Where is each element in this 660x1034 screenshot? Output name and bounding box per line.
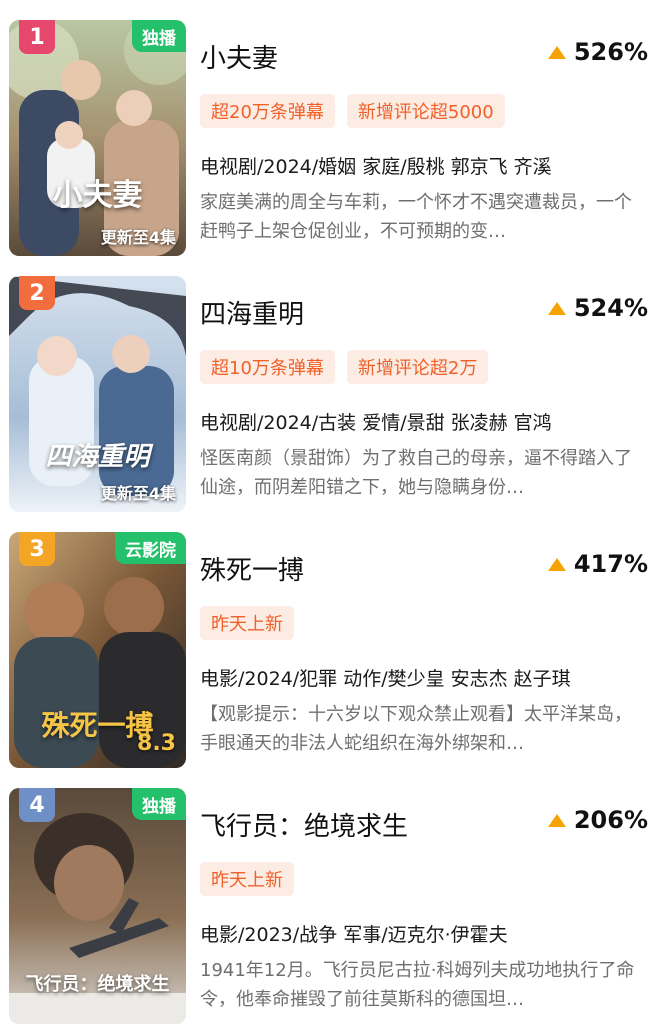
update-status: 更新至4集 (100, 484, 176, 503)
cinema-tag: 云影院 (115, 532, 186, 564)
trend: 417% (547, 550, 648, 578)
comment-badge: 新增评论超5000 (346, 94, 505, 128)
list-item[interactable]: 2 四海重明 更新至4集 四海重明 524% 超10万条弹幕 新增评论超2万 电… (0, 268, 660, 524)
poster-title: 小夫妻 (52, 178, 143, 213)
trend: 206% (547, 806, 648, 834)
trend-up-icon (547, 557, 566, 571)
item-description: 1941年12月。飞行员尼古拉·科姆列夫成功地执行了命令，他奉命摧毁了前往莫斯科… (200, 960, 635, 1010)
poster-image (9, 20, 186, 256)
poster-score: 8.3 (137, 731, 176, 756)
list-item[interactable]: 1 独播 小夫妻 更新至4集 小夫妻 526% 超20万条弹幕 新增评论超500… (0, 12, 660, 268)
item-meta: 电视剧/2024/婚姻 家庭/殷桃 郭京飞 齐溪 (200, 156, 552, 178)
poster[interactable]: 2 四海重明 更新至4集 (9, 276, 186, 512)
poster[interactable]: 1 独播 小夫妻 更新至4集 (9, 20, 186, 256)
item-title[interactable]: 小夫妻 (200, 38, 278, 75)
item-title[interactable]: 四海重明 (200, 294, 304, 331)
item-title[interactable]: 殊死一搏 (200, 550, 304, 587)
danmaku-badge: 超10万条弹幕 (200, 350, 335, 384)
trend: 526% (547, 38, 648, 66)
ranking-list: 1 独播 小夫妻 更新至4集 小夫妻 526% 超20万条弹幕 新增评论超500… (0, 0, 660, 1034)
rank-badge: 2 (19, 276, 55, 310)
item-description: 【观影提示：十六岁以下观众禁止观看】太平洋某岛，手眼通天的非法人蛇组织在海外绑架… (200, 704, 632, 754)
item-description: 怪医南颜（景甜饰）为了救自己的母亲，逼不得踏入了仙途，而阴差阳错之下，她与隐瞒身… (200, 448, 632, 498)
trend-percent: 524% (573, 294, 648, 322)
comment-badge: 新增评论超2万 (346, 350, 489, 384)
danmaku-badge: 超20万条弹幕 (200, 94, 335, 128)
exclusive-tag: 独播 (132, 20, 186, 52)
trend-up-icon (547, 301, 566, 315)
item-meta: 电影/2023/战争 军事/迈克尔·伊霍夫 (200, 924, 508, 946)
rank-badge: 4 (19, 788, 55, 822)
trend-percent: 526% (573, 38, 648, 66)
item-info: 飞行员：绝境求生 206% 昨天上新 电影/2023/战争 军事/迈克尔·伊霍夫… (200, 788, 650, 1024)
poster[interactable]: 4 独播 飞行员：绝境求生 (9, 788, 186, 1024)
item-info: 四海重明 524% 超10万条弹幕 新增评论超2万 电视剧/2024/古装 爱情… (200, 276, 650, 512)
exclusive-tag: 独播 (132, 788, 186, 820)
item-meta: 电影/2024/犯罪 动作/樊少皇 安志杰 赵子琪 (200, 668, 571, 690)
item-info: 殊死一搏 417% 昨天上新 电影/2024/犯罪 动作/樊少皇 安志杰 赵子琪… (200, 532, 650, 768)
poster-image (9, 276, 186, 512)
rank-badge: 1 (19, 20, 55, 54)
item-info: 小夫妻 526% 超20万条弹幕 新增评论超5000 电视剧/2024/婚姻 家… (200, 20, 650, 256)
trend-percent: 417% (573, 550, 648, 578)
item-meta: 电视剧/2024/古装 爱情/景甜 张凌赫 官鸿 (200, 412, 552, 434)
list-item[interactable]: 4 独播 飞行员：绝境求生 飞行员：绝境求生 206% 昨天上新 电影/2023… (0, 780, 660, 1034)
poster-title: 飞行员：绝境求生 (25, 974, 170, 995)
poster-title: 四海重明 (45, 442, 150, 472)
trend-percent: 206% (573, 806, 648, 834)
badge-row: 昨天上新 (200, 606, 294, 640)
list-item[interactable]: 3 云影院 殊死一搏 8.3 殊死一搏 417% 昨天上新 电影/2024/犯罪… (0, 524, 660, 780)
trend-up-icon (547, 45, 566, 59)
trend: 524% (547, 294, 648, 322)
badge-row: 超20万条弹幕 新增评论超5000 (200, 94, 505, 128)
item-description: 家庭美满的周全与车莉，一个怀才不遇突遭裁员，一个赶鸭子上架仓促创业，不可预期的变… (200, 192, 632, 242)
item-title[interactable]: 飞行员：绝境求生 (200, 806, 408, 843)
new-release-badge: 昨天上新 (200, 862, 294, 896)
trend-up-icon (547, 813, 566, 827)
new-release-badge: 昨天上新 (200, 606, 294, 640)
badge-row: 超10万条弹幕 新增评论超2万 (200, 350, 489, 384)
badge-row: 昨天上新 (200, 862, 294, 896)
rank-badge: 3 (19, 532, 55, 566)
update-status: 更新至4集 (100, 228, 176, 247)
poster[interactable]: 3 云影院 殊死一搏 8.3 (9, 532, 186, 768)
